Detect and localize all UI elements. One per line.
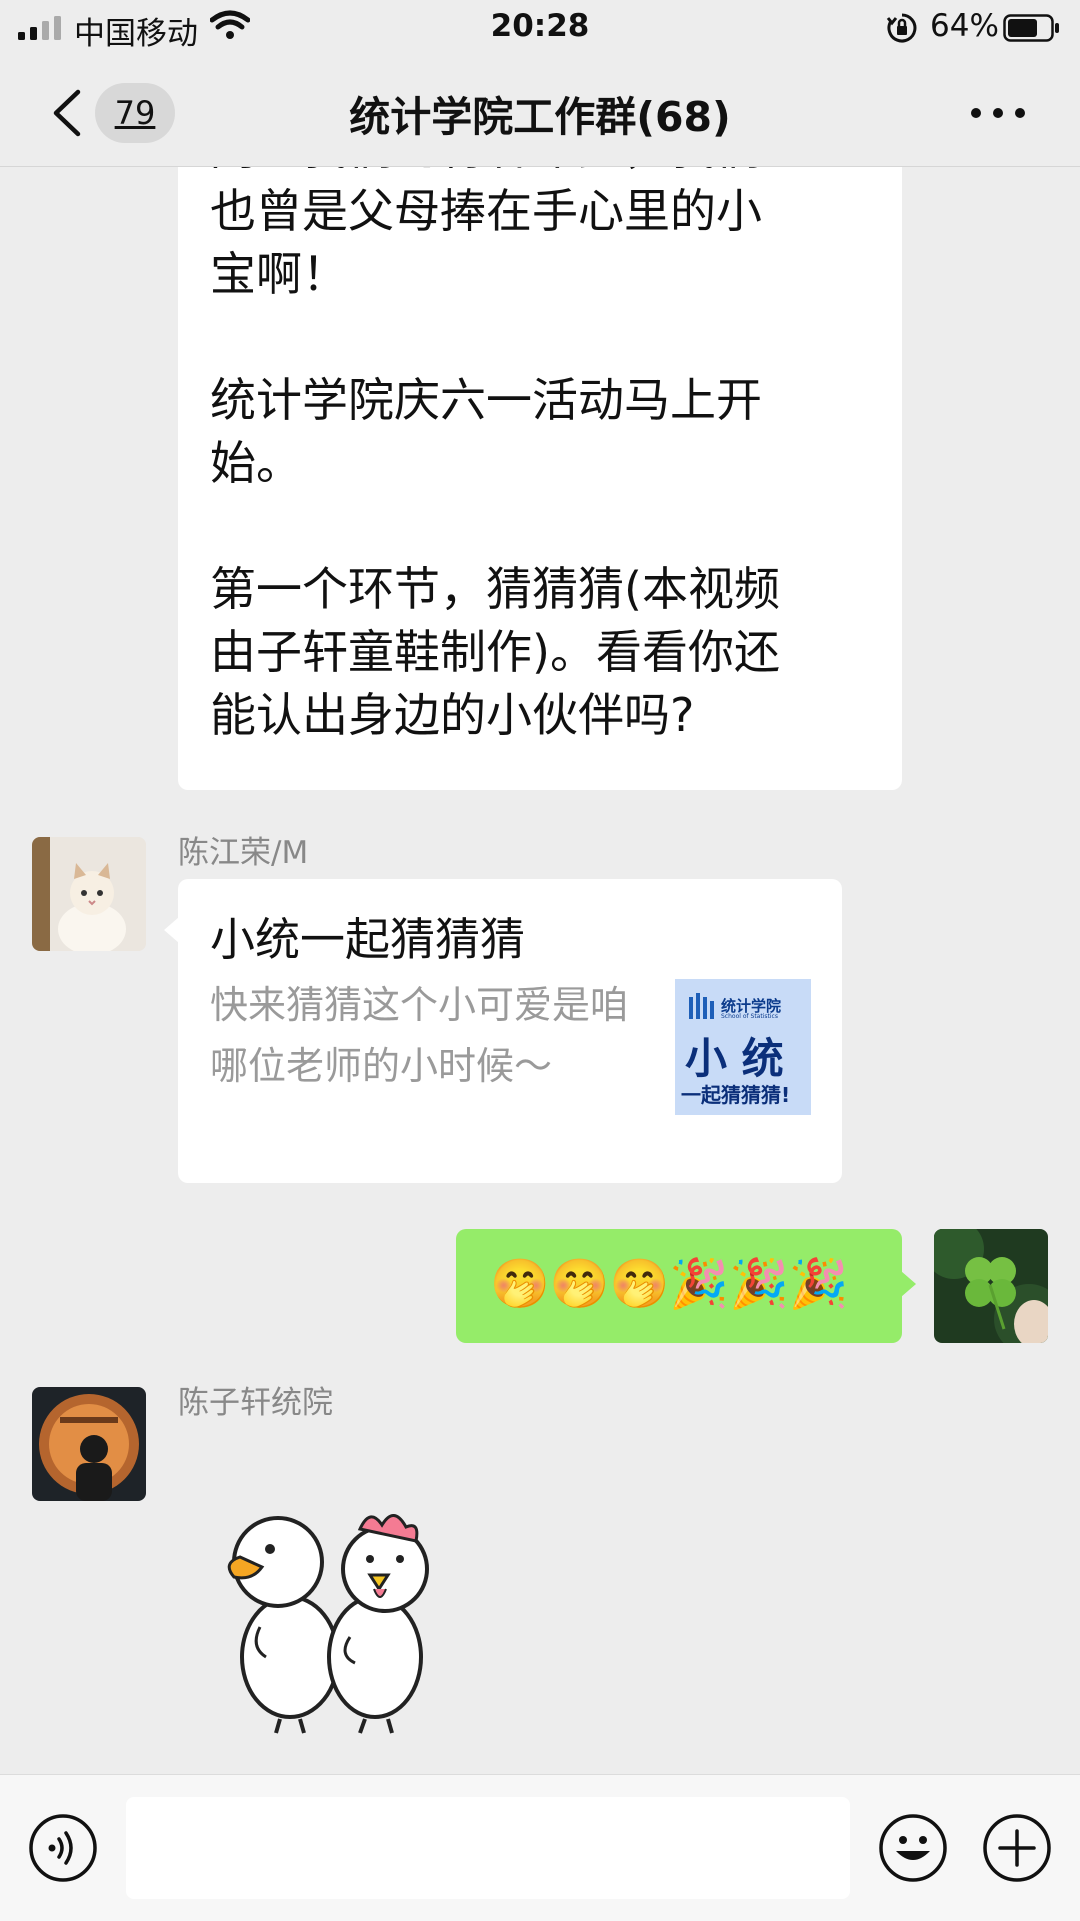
chat-title: 统计学院工作群(68): [349, 93, 731, 141]
thumb-sub-text: 一起猜猜猜!: [681, 1083, 791, 1107]
status-bar: 中国移动 20:28 64%: [0, 0, 1080, 58]
link-card[interactable]: 小统一起猜猜猜 快来猜猜这个小可爱是咱哪位老师的小时候～ 统计学院 School…: [164, 879, 842, 1183]
message-text: 闪过我们的青春年少，我们 也曾是父母捧在手心里的小 宝啊！ 统计学院庆六一活动马…: [210, 167, 780, 742]
orientation-lock-icon: [886, 13, 917, 43]
clock: 20:28: [490, 8, 590, 44]
avatar-cat[interactable]: [32, 837, 146, 951]
chat-area[interactable]: 闪过我们的青春年少，我们 也曾是父母捧在手心里的小 宝啊！ 统计学院庆六一活动马…: [0, 167, 1080, 1774]
thumb-school-en: School of Statistics: [721, 1013, 778, 1020]
message-input[interactable]: [126, 1797, 850, 1899]
thumb-big-text: 小 统: [685, 1034, 784, 1083]
input-bar: [0, 1774, 1080, 1921]
my-avatar[interactable]: [934, 1229, 1048, 1343]
nav-bar: 79 统计学院工作群(68): [0, 58, 1080, 167]
battery-percent: 64%: [930, 8, 999, 44]
voice-icon[interactable]: [28, 1813, 98, 1883]
battery-icon: [1003, 14, 1059, 42]
person-avatar-image: [32, 1387, 146, 1501]
my-message-bubble[interactable]: 🤭🤭🤭🎉🎉🎉: [456, 1229, 916, 1343]
cat-avatar-image: [32, 837, 146, 951]
message-emojis: 🤭🤭🤭🎉🎉🎉: [490, 1256, 849, 1312]
clover-avatar-image: [934, 1229, 1048, 1343]
emoji-icon[interactable]: [878, 1813, 948, 1883]
card-thumbnail: 统计学院 School of Statistics 小 统 一起猜猜猜!: [675, 979, 811, 1115]
plus-icon[interactable]: [982, 1813, 1052, 1883]
avatar-person[interactable]: [32, 1387, 146, 1501]
card-description: 快来猜猜这个小可爱是咱哪位老师的小时候～: [210, 983, 629, 1088]
card-title: 小统一起猜猜猜: [210, 913, 526, 966]
duck-sticker[interactable]: [210, 1497, 460, 1737]
sender-name: 陈子轩统院: [178, 1385, 333, 1421]
text-message-bubble[interactable]: 闪过我们的青春年少，我们 也曾是父母捧在手心里的小 宝啊！ 统计学院庆六一活动马…: [178, 167, 902, 790]
more-dots-icon[interactable]: [968, 102, 1028, 124]
sender-name: 陈江荣/M: [178, 835, 309, 871]
